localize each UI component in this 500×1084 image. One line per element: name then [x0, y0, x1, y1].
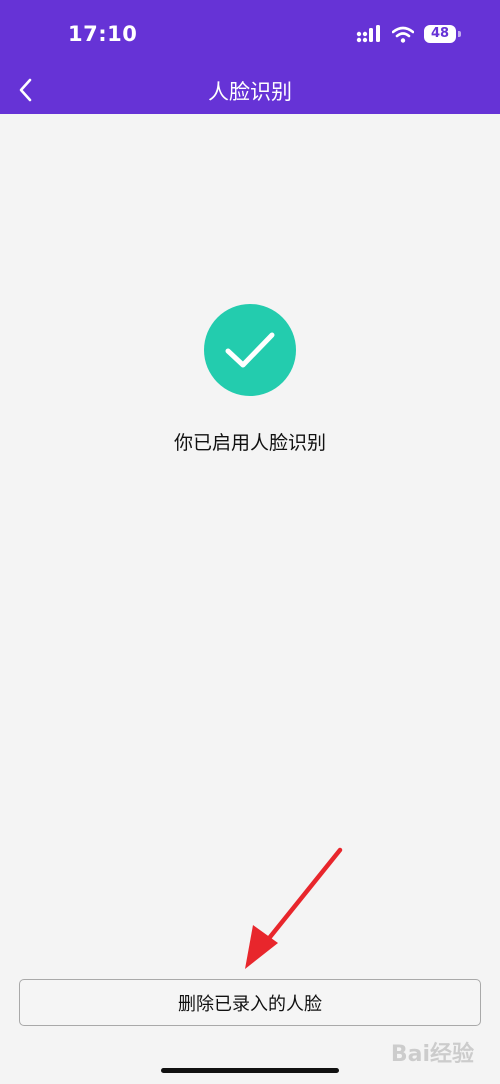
battery-indicator: 48 — [424, 25, 461, 43]
battery-level: 48 — [430, 26, 450, 41]
watermark: Bai经验 — [390, 1042, 474, 1067]
battery-tip — [458, 31, 461, 37]
checkmark-icon — [225, 332, 275, 368]
status-time: 17:10 — [68, 22, 138, 46]
status-bar: 17:10 48 — [0, 0, 500, 66]
page-title: 人脸识别 — [208, 80, 292, 104]
annotation-arrow — [245, 847, 343, 969]
nav-bar: 人脸识别 — [0, 66, 500, 114]
face-recognition-enabled-message: 你已启用人脸识别 — [173, 432, 326, 454]
success-badge — [204, 304, 296, 396]
status-icons: 48 — [356, 21, 461, 47]
wifi-icon — [392, 26, 414, 43]
delete-face-button[interactable]: 删除已录入的人脸 — [19, 979, 481, 1026]
app-header: 17:10 48 人脸识别 — [0, 0, 500, 114]
cellular-signal-icon — [356, 25, 380, 43]
home-indicator — [161, 1068, 339, 1073]
